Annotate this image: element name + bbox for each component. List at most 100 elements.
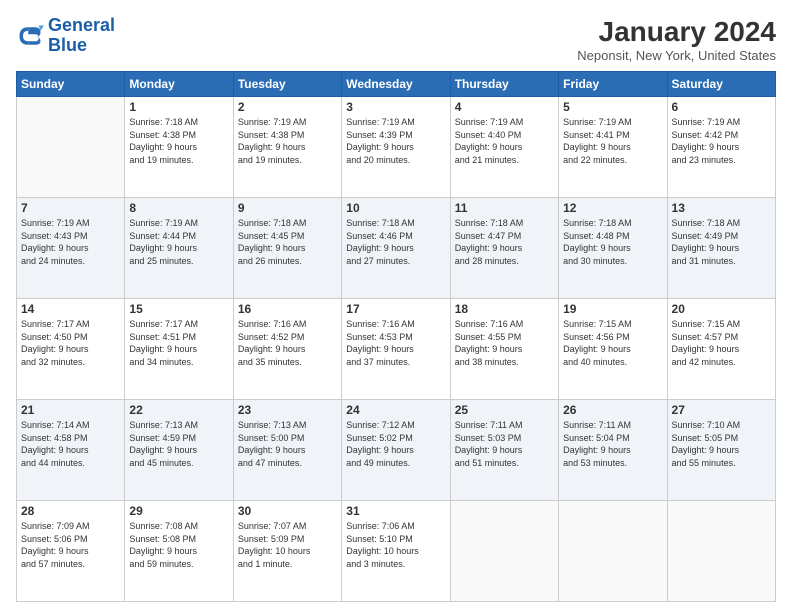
calendar-cell: 17 Sunrise: 7:16 AM Sunset: 4:53 PM Dayli… [342, 299, 450, 400]
cell-info: Sunrise: 7:19 AM Sunset: 4:40 PM Dayligh… [455, 116, 554, 166]
cell-info: Sunrise: 7:14 AM Sunset: 4:58 PM Dayligh… [21, 419, 120, 469]
day-header-saturday: Saturday [667, 72, 775, 97]
header: General Blue January 2024 Neponsit, New … [16, 16, 776, 63]
day-number: 25 [455, 403, 554, 417]
cell-info: Sunrise: 7:16 AM Sunset: 4:55 PM Dayligh… [455, 318, 554, 368]
cell-info: Sunrise: 7:19 AM Sunset: 4:39 PM Dayligh… [346, 116, 445, 166]
calendar-cell: 22 Sunrise: 7:13 AM Sunset: 4:59 PM Dayli… [125, 400, 233, 501]
day-header-friday: Friday [559, 72, 667, 97]
cell-info: Sunrise: 7:11 AM Sunset: 5:03 PM Dayligh… [455, 419, 554, 469]
calendar-cell: 30Sunrise: 7:07 AM Sunset: 5:09 PM Dayli… [233, 501, 341, 602]
cell-info: Sunrise: 7:13 AM Sunset: 4:59 PM Dayligh… [129, 419, 228, 469]
cell-info: Sunrise: 7:19 AM Sunset: 4:41 PM Dayligh… [563, 116, 662, 166]
week-row-0: 1 Sunrise: 7:18 AM Sunset: 4:38 PM Daylig… [17, 97, 776, 198]
day-number: 8 [129, 201, 228, 215]
day-number: 24 [346, 403, 445, 417]
page: General Blue January 2024 Neponsit, New … [0, 0, 792, 612]
cell-info: Sunrise: 7:18 AM Sunset: 4:47 PM Dayligh… [455, 217, 554, 267]
logo-line2: Blue [48, 35, 87, 55]
day-header-thursday: Thursday [450, 72, 558, 97]
calendar-cell: 31 Sunrise: 7:06 AM Sunset: 5:10 PM Dayli… [342, 501, 450, 602]
header-row: SundayMondayTuesdayWednesdayThursdayFrid… [17, 72, 776, 97]
day-number: 13 [672, 201, 771, 215]
day-number: 27 [672, 403, 771, 417]
week-row-3: 21 Sunrise: 7:14 AM Sunset: 4:58 PM Dayli… [17, 400, 776, 501]
cell-info: Sunrise: 7:16 AM Sunset: 4:53 PM Dayligh… [346, 318, 445, 368]
calendar-cell: 2Sunrise: 7:19 AM Sunset: 4:38 PM Daylig… [233, 97, 341, 198]
day-number: 19 [563, 302, 662, 316]
calendar-cell: 27 Sunrise: 7:10 AM Sunset: 5:05 PM Dayli… [667, 400, 775, 501]
cell-info: Sunrise: 7:18 AM Sunset: 4:38 PM Dayligh… [129, 116, 228, 166]
day-number: 22 [129, 403, 228, 417]
day-number: 4 [455, 100, 554, 114]
day-header-wednesday: Wednesday [342, 72, 450, 97]
cell-info: Sunrise: 7:16 AM Sunset: 4:52 PM Dayligh… [238, 318, 337, 368]
cell-info: Sunrise: 7:17 AM Sunset: 4:50 PM Dayligh… [21, 318, 120, 368]
day-number: 12 [563, 201, 662, 215]
cell-info: Sunrise: 7:19 AM Sunset: 4:44 PM Dayligh… [129, 217, 228, 267]
calendar-cell: 21 Sunrise: 7:14 AM Sunset: 4:58 PM Dayli… [17, 400, 125, 501]
cell-info: Sunrise: 7:15 AM Sunset: 4:56 PM Dayligh… [563, 318, 662, 368]
day-number: 30 [238, 504, 337, 518]
day-number: 3 [346, 100, 445, 114]
calendar-cell [559, 501, 667, 602]
cell-info: Sunrise: 7:06 AM Sunset: 5:10 PM Dayligh… [346, 520, 445, 570]
calendar-cell: 19 Sunrise: 7:15 AM Sunset: 4:56 PM Dayli… [559, 299, 667, 400]
calendar-cell: 7Sunrise: 7:19 AM Sunset: 4:43 PM Daylig… [17, 198, 125, 299]
cell-info: Sunrise: 7:18 AM Sunset: 4:49 PM Dayligh… [672, 217, 771, 267]
day-number: 9 [238, 201, 337, 215]
cell-info: Sunrise: 7:10 AM Sunset: 5:05 PM Dayligh… [672, 419, 771, 469]
day-number: 21 [21, 403, 120, 417]
calendar-cell: 26Sunrise: 7:11 AM Sunset: 5:04 PM Dayli… [559, 400, 667, 501]
location: Neponsit, New York, United States [577, 48, 776, 63]
day-number: 23 [238, 403, 337, 417]
day-number: 10 [346, 201, 445, 215]
cell-info: Sunrise: 7:09 AM Sunset: 5:06 PM Dayligh… [21, 520, 120, 570]
cell-info: Sunrise: 7:18 AM Sunset: 4:48 PM Dayligh… [563, 217, 662, 267]
day-header-monday: Monday [125, 72, 233, 97]
day-number: 1 [129, 100, 228, 114]
week-row-1: 7Sunrise: 7:19 AM Sunset: 4:43 PM Daylig… [17, 198, 776, 299]
day-number: 6 [672, 100, 771, 114]
calendar-cell: 28Sunrise: 7:09 AM Sunset: 5:06 PM Dayli… [17, 501, 125, 602]
day-number: 17 [346, 302, 445, 316]
calendar-cell: 5 Sunrise: 7:19 AM Sunset: 4:41 PM Daylig… [559, 97, 667, 198]
day-number: 20 [672, 302, 771, 316]
cell-info: Sunrise: 7:18 AM Sunset: 4:46 PM Dayligh… [346, 217, 445, 267]
calendar-cell: 8 Sunrise: 7:19 AM Sunset: 4:44 PM Daylig… [125, 198, 233, 299]
cell-info: Sunrise: 7:19 AM Sunset: 4:42 PM Dayligh… [672, 116, 771, 166]
calendar-cell [17, 97, 125, 198]
day-number: 15 [129, 302, 228, 316]
calendar-cell: 11 Sunrise: 7:18 AM Sunset: 4:47 PM Dayli… [450, 198, 558, 299]
calendar-cell [450, 501, 558, 602]
calendar-cell: 1 Sunrise: 7:18 AM Sunset: 4:38 PM Daylig… [125, 97, 233, 198]
calendar-cell: 24 Sunrise: 7:12 AM Sunset: 5:02 PM Dayli… [342, 400, 450, 501]
day-number: 7 [21, 201, 120, 215]
cell-info: Sunrise: 7:12 AM Sunset: 5:02 PM Dayligh… [346, 419, 445, 469]
day-header-sunday: Sunday [17, 72, 125, 97]
cell-info: Sunrise: 7:17 AM Sunset: 4:51 PM Dayligh… [129, 318, 228, 368]
calendar-cell: 12 Sunrise: 7:18 AM Sunset: 4:48 PM Dayli… [559, 198, 667, 299]
calendar-cell: 3 Sunrise: 7:19 AM Sunset: 4:39 PM Daylig… [342, 97, 450, 198]
calendar-cell: 25 Sunrise: 7:11 AM Sunset: 5:03 PM Dayli… [450, 400, 558, 501]
month-title: January 2024 [577, 16, 776, 48]
week-row-4: 28Sunrise: 7:09 AM Sunset: 5:06 PM Dayli… [17, 501, 776, 602]
day-number: 14 [21, 302, 120, 316]
calendar-cell: 18Sunrise: 7:16 AM Sunset: 4:55 PM Dayli… [450, 299, 558, 400]
calendar-cell: 20Sunrise: 7:15 AM Sunset: 4:57 PM Dayli… [667, 299, 775, 400]
logo-icon [16, 22, 44, 50]
day-number: 31 [346, 504, 445, 518]
day-number: 29 [129, 504, 228, 518]
day-number: 26 [563, 403, 662, 417]
calendar-cell: 13 Sunrise: 7:18 AM Sunset: 4:49 PM Dayli… [667, 198, 775, 299]
day-number: 5 [563, 100, 662, 114]
day-number: 11 [455, 201, 554, 215]
cell-info: Sunrise: 7:18 AM Sunset: 4:45 PM Dayligh… [238, 217, 337, 267]
cell-info: Sunrise: 7:08 AM Sunset: 5:08 PM Dayligh… [129, 520, 228, 570]
calendar-cell: 6 Sunrise: 7:19 AM Sunset: 4:42 PM Daylig… [667, 97, 775, 198]
calendar-cell: 29 Sunrise: 7:08 AM Sunset: 5:08 PM Dayli… [125, 501, 233, 602]
calendar-cell: 10 Sunrise: 7:18 AM Sunset: 4:46 PM Dayli… [342, 198, 450, 299]
cell-info: Sunrise: 7:19 AM Sunset: 4:38 PM Dayligh… [238, 116, 337, 166]
calendar-cell: 23Sunrise: 7:13 AM Sunset: 5:00 PM Dayli… [233, 400, 341, 501]
logo-line1: General [48, 15, 115, 35]
